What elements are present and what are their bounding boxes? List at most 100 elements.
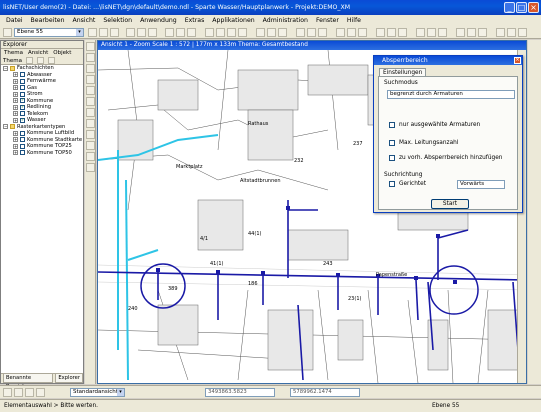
dialog-close-button[interactable]: × <box>514 57 521 64</box>
menu-ansicht[interactable]: Ansicht <box>73 17 96 24</box>
toolbar-button-12[interactable] <box>227 28 236 37</box>
toolbar-button-30[interactable] <box>467 28 476 37</box>
max-leitungsanzahl-checkbox[interactable] <box>389 140 395 146</box>
toolbar-button-27[interactable] <box>427 28 436 37</box>
fit-view-icon[interactable] <box>86 86 95 95</box>
expand-icon[interactable]: + <box>13 98 18 104</box>
toolbar-button-31[interactable] <box>478 28 487 37</box>
hinzufuegen-checkbox[interactable] <box>389 155 395 161</box>
toolbar-button-3[interactable] <box>110 28 119 37</box>
view-combo[interactable]: Standardansicht ▾ <box>70 388 125 397</box>
toolbar-button-10[interactable] <box>205 28 214 37</box>
info-icon[interactable] <box>86 108 95 117</box>
nav-refresh-icon[interactable] <box>36 388 45 397</box>
toolbar-button-6[interactable] <box>148 28 157 37</box>
explorer-menu-ansicht[interactable]: Ansicht <box>28 49 48 57</box>
layer-checkbox[interactable] <box>20 91 25 97</box>
menu-fenster[interactable]: Fenster <box>316 17 339 24</box>
explorer-tool-icon[interactable] <box>36 57 44 64</box>
expand-icon[interactable]: + <box>13 104 18 110</box>
layer-checkbox[interactable] <box>20 85 25 91</box>
layer-checkbox[interactable] <box>20 72 25 78</box>
toolbar-button-2[interactable] <box>99 28 108 37</box>
level-combo[interactable]: Ebene 55 ▾ <box>14 28 84 37</box>
tree-item[interactable]: + Kommune TOP50 <box>3 150 83 157</box>
expand-icon[interactable]: + <box>13 72 18 78</box>
menu-anwendung[interactable]: Anwendung <box>140 17 177 24</box>
layer-checkbox[interactable] <box>20 78 25 84</box>
toolbar-button-9[interactable] <box>187 28 196 37</box>
explorer-tool-icon[interactable] <box>25 57 33 64</box>
nav-up-icon[interactable] <box>25 388 34 397</box>
toolbar-button-8[interactable] <box>176 28 185 37</box>
toolbar-button-13[interactable] <box>238 28 247 37</box>
layer-checkbox[interactable] <box>20 150 25 156</box>
tree-item[interactable]: + Kommune Luftbild <box>3 130 83 137</box>
menu-selektion[interactable]: Selektion <box>103 17 132 24</box>
toolbar-button-7[interactable] <box>165 28 174 37</box>
toolbar-button-24[interactable] <box>387 28 396 37</box>
expand-icon[interactable]: + <box>13 91 18 97</box>
toolbar-button-33[interactable] <box>507 28 516 37</box>
toolbar-button-23[interactable] <box>376 28 385 37</box>
layer-checkbox[interactable]: ✓ <box>20 104 25 110</box>
layer-checkbox[interactable] <box>20 143 25 149</box>
pointer-tool-icon[interactable] <box>3 28 12 37</box>
tab-einstellungen[interactable]: Einstellungen <box>379 68 427 76</box>
menu-bearbeiten[interactable]: Bearbeiten <box>31 17 65 24</box>
explorer-tool-icon[interactable] <box>47 57 55 64</box>
toolbar-button-22[interactable] <box>358 28 367 37</box>
menu-datei[interactable]: Datei <box>6 17 23 24</box>
toolbar-button-34[interactable] <box>518 28 527 37</box>
layer-checkbox[interactable] <box>20 130 25 136</box>
tab-benannte-bereiche[interactable]: Benannte Bereiche <box>3 374 54 390</box>
zoom-in-icon[interactable] <box>86 53 95 62</box>
explorer-thema-combo[interactable]: Thema <box>3 57 22 65</box>
toolbar-button-28[interactable] <box>438 28 447 37</box>
expand-icon[interactable]: + <box>13 117 18 123</box>
nav-back-icon[interactable] <box>3 388 12 397</box>
expand-icon[interactable]: + <box>13 78 18 84</box>
minimize-button[interactable]: _ <box>504 2 515 13</box>
measure-icon[interactable] <box>86 97 95 106</box>
nav-forward-icon[interactable] <box>14 388 23 397</box>
toolbar-button-25[interactable] <box>398 28 407 37</box>
expand-icon[interactable]: + <box>13 143 18 149</box>
maximize-button[interactable]: □ <box>516 2 527 13</box>
menu-applikationen[interactable]: Applikationen <box>212 17 254 24</box>
delete-icon[interactable] <box>86 119 95 128</box>
toolbar-button-20[interactable] <box>336 28 345 37</box>
suchmodus-select[interactable]: begrenzt durch Armaturen <box>387 90 515 99</box>
expand-icon[interactable]: + <box>13 137 18 143</box>
expand-icon[interactable]: + <box>13 111 18 117</box>
explorer-menu-objekt[interactable]: Objekt <box>53 49 71 57</box>
print-icon[interactable] <box>86 152 95 161</box>
layer-checkbox[interactable]: ✓ <box>20 117 25 123</box>
record-icon[interactable] <box>86 141 95 150</box>
layer-checkbox[interactable] <box>20 137 25 143</box>
zoom-out-icon[interactable] <box>86 64 95 73</box>
toolbar-button-18[interactable] <box>307 28 316 37</box>
toolbar-button-14[interactable] <box>256 28 265 37</box>
pan-hand-icon[interactable] <box>86 75 95 84</box>
nur-ausgewaehlte-checkbox[interactable] <box>389 122 395 128</box>
start-button[interactable]: Start <box>431 199 469 209</box>
toolbar-button-11[interactable] <box>216 28 225 37</box>
expand-icon[interactable]: + <box>13 150 18 156</box>
collapse-icon[interactable]: − <box>3 65 8 71</box>
select-arrow-icon[interactable] <box>86 42 95 51</box>
toolbar-button-4[interactable] <box>126 28 135 37</box>
toolbar-button-1[interactable] <box>88 28 97 37</box>
tree-item[interactable]: + Kommune TOP25 <box>3 143 83 150</box>
collapse-icon[interactable]: − <box>3 124 8 130</box>
expand-icon[interactable]: + <box>13 130 18 136</box>
toolbar-button-19[interactable] <box>318 28 327 37</box>
toolbar-button-5[interactable] <box>137 28 146 37</box>
layer-checkbox[interactable] <box>20 111 25 117</box>
tab-explorer[interactable]: Explorer <box>55 374 83 383</box>
toolbar-button-16[interactable] <box>278 28 287 37</box>
toolbar-button-32[interactable] <box>496 28 505 37</box>
document-icon[interactable] <box>86 163 95 172</box>
gerichtet-checkbox[interactable] <box>389 181 395 187</box>
menu-hilfe[interactable]: Hilfe <box>347 17 361 24</box>
